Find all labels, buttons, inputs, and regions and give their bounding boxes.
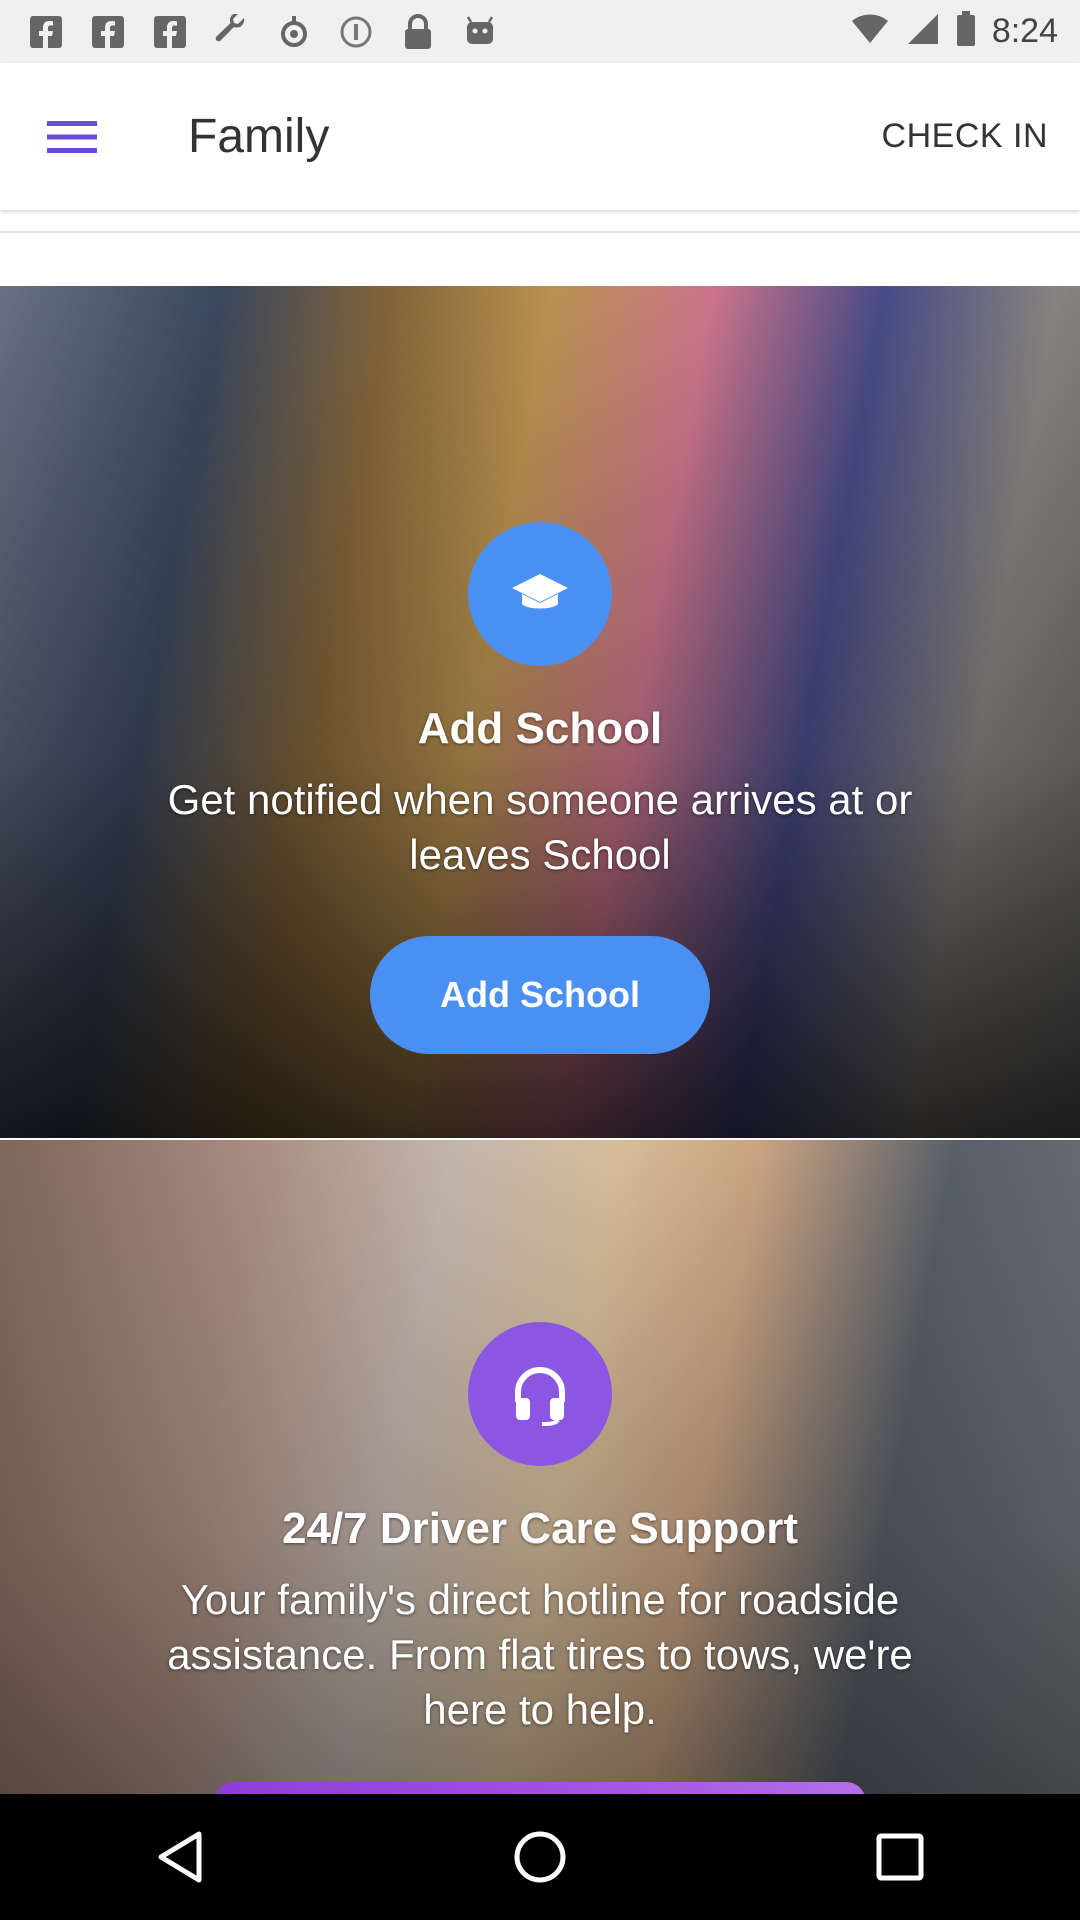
menu-button[interactable] xyxy=(22,87,122,187)
hamburger-menu-icon xyxy=(47,120,97,153)
notification-icons xyxy=(28,13,498,50)
facebook-icon xyxy=(28,14,64,50)
back-button[interactable] xyxy=(135,1812,225,1902)
support-call-button[interactable] xyxy=(214,1782,866,1794)
wifi-icon xyxy=(850,13,890,50)
page-title: Family xyxy=(188,110,330,163)
add-school-button[interactable]: Add School xyxy=(370,936,710,1054)
home-icon xyxy=(514,1831,566,1883)
add-school-description: Get notified when someone arrives at or … xyxy=(167,776,913,878)
support-description: Your family's direct hotline for roadsid… xyxy=(167,1576,913,1733)
back-icon xyxy=(158,1831,202,1883)
battery-icon xyxy=(956,11,976,52)
divider xyxy=(0,231,1080,233)
check-in-button[interactable]: CHECK IN xyxy=(882,117,1048,156)
wrench-icon xyxy=(214,13,250,50)
school-icon-circle xyxy=(468,522,612,666)
recents-button[interactable] xyxy=(855,1812,945,1902)
cell-signal-icon xyxy=(906,12,940,51)
facebook-icon xyxy=(152,14,188,50)
support-title: 24/7 Driver Care Support xyxy=(282,1504,798,1553)
status-time: 8:24 xyxy=(991,12,1058,50)
graduation-cap-icon xyxy=(512,574,568,609)
support-icon-circle xyxy=(468,1322,612,1466)
add-school-title: Add School xyxy=(417,704,663,753)
fake-gps-icon xyxy=(276,14,312,50)
add-school-card: Add School Get notified when someone arr… xyxy=(0,286,1080,1138)
system-nav-bar xyxy=(0,1794,1080,1920)
recents-icon xyxy=(876,1833,924,1881)
headphones-icon xyxy=(515,1367,565,1426)
status-bar: 8:24 xyxy=(0,0,1080,63)
info-icon xyxy=(338,14,374,50)
android-icon xyxy=(462,14,498,50)
home-button[interactable] xyxy=(495,1812,585,1902)
driver-care-support-card: 24/7 Driver Care Support Your family's d… xyxy=(0,1140,1080,1794)
status-right: 8:24 xyxy=(850,11,1058,52)
facebook-icon xyxy=(90,14,126,50)
app-bar: Family CHECK IN xyxy=(0,63,1080,210)
lock-icon xyxy=(400,13,436,50)
